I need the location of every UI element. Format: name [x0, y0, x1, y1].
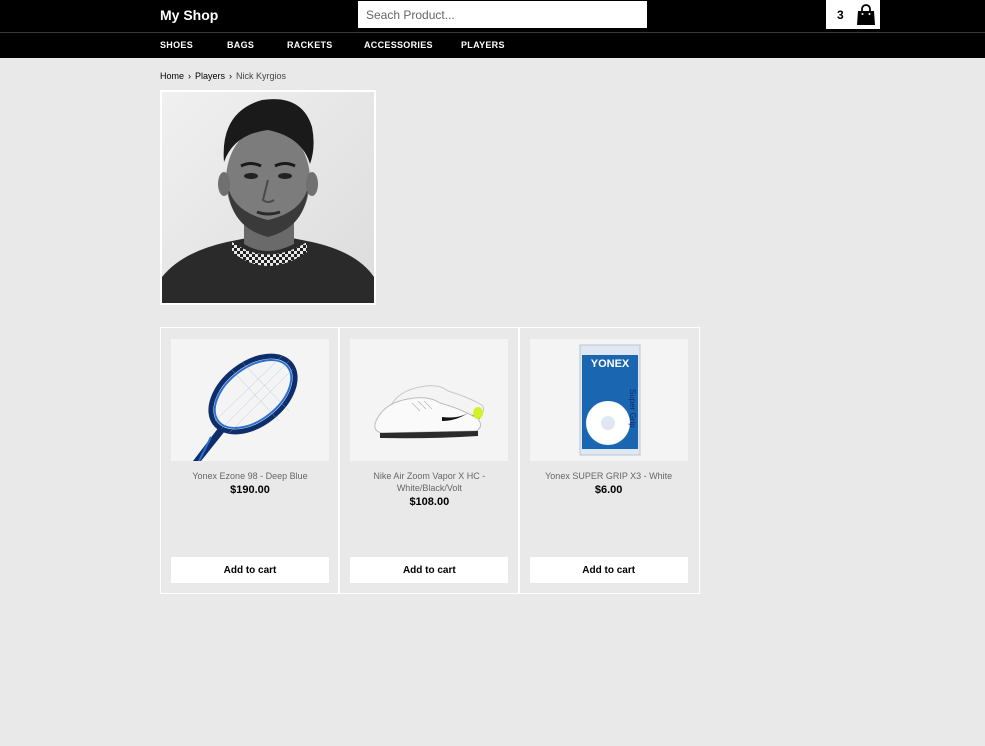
product-grid: Yonex Ezone 98 - Deep Blue $190.00 Add t… — [160, 327, 700, 594]
nav-item-shoes[interactable]: SHOES — [160, 40, 193, 50]
breadcrumb: Home › Players › Nick Kyrgios — [160, 71, 286, 81]
search-input[interactable] — [358, 1, 647, 28]
add-to-cart-button[interactable]: Add to cart — [350, 557, 509, 583]
breadcrumb-home[interactable]: Home — [160, 71, 184, 81]
product-price: $6.00 — [594, 484, 623, 496]
grip-brand-text: YONEX — [590, 358, 629, 370]
product-name[interactable]: Nike Air Zoom Vapor X HC - White/Black/V… — [348, 470, 510, 494]
shopping-bag-icon — [857, 3, 875, 25]
grip-image: YONEX Super Grip — [579, 344, 641, 456]
chevron-right-icon: › — [188, 71, 192, 81]
shoes-image — [374, 385, 485, 439]
add-to-cart-button[interactable]: Add to cart — [171, 557, 329, 583]
nav-item-bags[interactable]: BAGS — [227, 40, 254, 50]
player-photo — [160, 90, 376, 305]
chevron-right-icon: › — [229, 71, 233, 81]
breadcrumb-players[interactable]: Players — [195, 71, 225, 81]
add-to-cart-button[interactable]: Add to cart — [529, 557, 688, 583]
nav-item-accessories[interactable]: ACCESSORIES — [364, 40, 433, 50]
racket-image — [193, 353, 298, 461]
cart-button[interactable]: 3 — [826, 0, 880, 29]
product-image-racket[interactable] — [171, 339, 329, 461]
product-card: Yonex Ezone 98 - Deep Blue $190.00 Add t… — [161, 328, 341, 593]
product-image-shoes[interactable] — [350, 339, 509, 461]
player-portrait-image — [162, 92, 374, 303]
cart-count: 3 — [837, 7, 844, 22]
grip-label-text: Super Grip — [628, 389, 637, 428]
top-header: My Shop 3 — [0, 0, 985, 32]
product-image-grip[interactable]: YONEX Super Grip — [529, 339, 688, 461]
product-price: $190.00 — [230, 484, 270, 496]
nav-item-rackets[interactable]: RACKETS — [287, 40, 333, 50]
product-card: YONEX Super Grip Yonex SUPER GRIP X3 - W… — [520, 328, 699, 593]
category-nav: SHOES BAGS RACKETS ACCESSORIES PLAYERS — [0, 32, 985, 58]
brand-logo[interactable]: My Shop — [160, 7, 218, 23]
product-name[interactable]: Yonex SUPER GRIP X3 - White — [528, 470, 690, 482]
nav-item-players[interactable]: PLAYERS — [461, 40, 505, 50]
product-card: Nike Air Zoom Vapor X HC - White/Black/V… — [340, 328, 520, 593]
product-price: $108.00 — [409, 496, 450, 508]
product-name[interactable]: Yonex Ezone 98 - Deep Blue — [169, 470, 331, 482]
breadcrumb-current: Nick Kyrgios — [236, 71, 287, 81]
